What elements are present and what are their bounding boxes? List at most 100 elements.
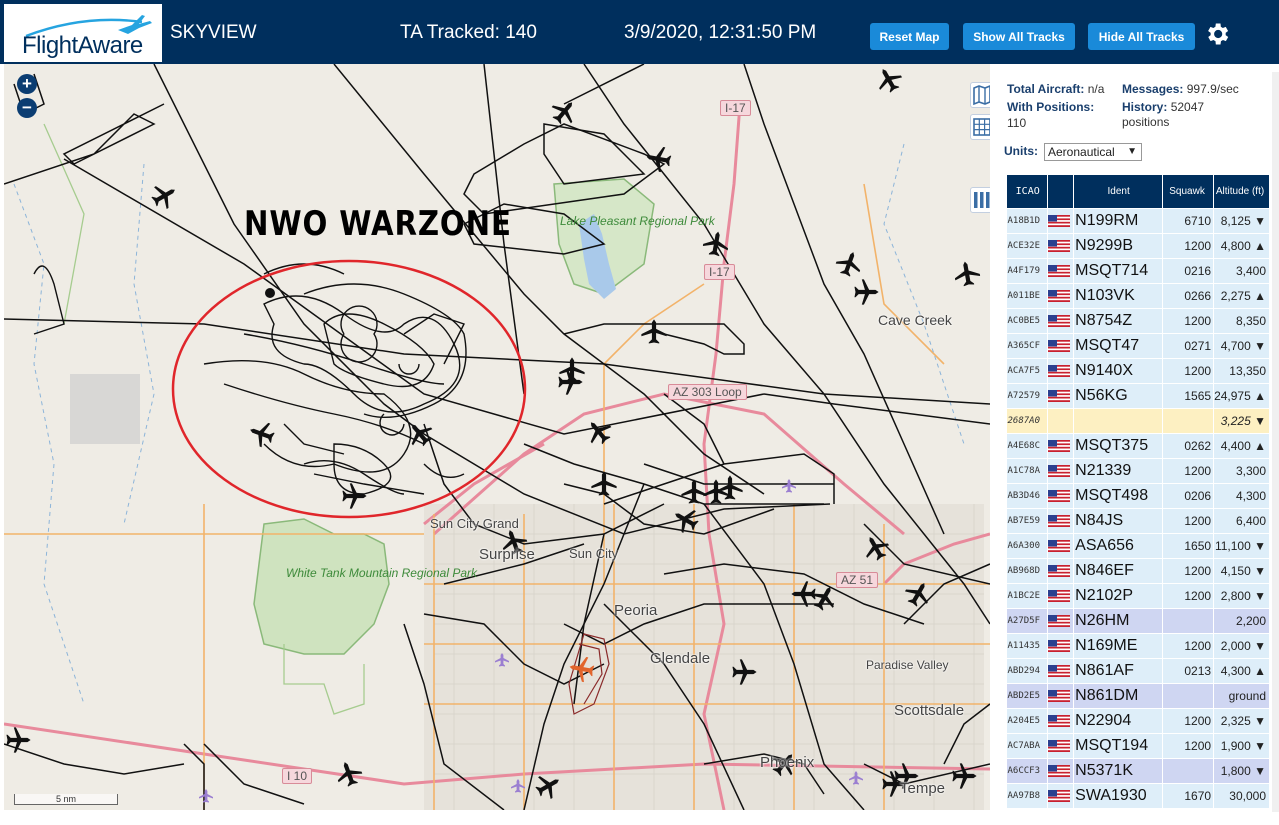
aircraft-row[interactable]: ACA7F5 N9140X 1200 13,350 <box>1006 358 1270 384</box>
aircraft-row[interactable]: AA97B8 SWA1930 1670 30,000 <box>1006 783 1270 809</box>
aircraft-icon[interactable] <box>703 479 729 504</box>
aircraft-icon[interactable] <box>644 144 672 173</box>
aircraft-row[interactable]: A4F179 MSQT714 0216 3,400 <box>1006 258 1270 284</box>
squawk-cell: 0206 <box>1162 483 1215 509</box>
aircraft-icon[interactable] <box>859 531 893 565</box>
aircraft-row[interactable]: AB7E59 N84JS 1200 6,400 <box>1006 508 1270 534</box>
aircraft-row[interactable]: A365CF MSQT47 0271 4,700 ▼ <box>1006 333 1270 359</box>
aircraft-icon[interactable] <box>402 416 437 451</box>
ident-cell: N861DM <box>1073 683 1164 709</box>
units-select[interactable]: Aeronautical ▼ <box>1044 143 1142 161</box>
aircraft-row[interactable]: ABD294 N861AF 0213 4,300 ▲ <box>1006 658 1270 684</box>
aircraft-row[interactable]: A6A300 ASA656 1650 11,100 ▼ <box>1006 533 1270 559</box>
map-view[interactable]: Lake Pleasant Regional Park Cave Creek S… <box>4 64 990 810</box>
col-squawk[interactable]: Squawk <box>1162 174 1215 209</box>
aircraft-icon[interactable] <box>732 659 757 685</box>
ident-cell: MSQT194 <box>1073 733 1164 759</box>
aircraft-icon[interactable] <box>669 503 703 537</box>
range-rings-button[interactable] <box>970 114 990 140</box>
altitude-cell: 4,400 ▲ <box>1213 433 1270 459</box>
aircraft-icon[interactable] <box>148 179 182 213</box>
squawk-cell: 0266 <box>1162 283 1215 309</box>
aircraft-icon[interactable] <box>333 758 365 789</box>
hide-all-tracks-button[interactable]: Hide All Tracks <box>1088 23 1195 50</box>
altitude-cell: 11,100 ▼ <box>1213 533 1270 559</box>
squawk-cell: 0216 <box>1162 258 1215 284</box>
icao-cell: AC7ABA <box>1006 733 1049 759</box>
col-altitude[interactable]: Altitude (ft) <box>1213 174 1270 209</box>
aircraft-icon[interactable] <box>342 483 367 509</box>
aircraft-row[interactable]: AC7ABA MSQT194 1200 1,900 ▼ <box>1006 733 1270 759</box>
altitude-cell: 4,300 <box>1213 483 1270 509</box>
aircraft-icon[interactable] <box>591 471 617 496</box>
aircraft-icon[interactable] <box>952 259 981 287</box>
flag-cell <box>1047 533 1075 559</box>
aircraft-row[interactable]: A011BE N103VK 0266 2,275 ▲ <box>1006 283 1270 309</box>
squawk-cell: 1200 <box>1162 508 1215 534</box>
flightaware-logo[interactable]: FlightAware <box>4 4 162 62</box>
tracked-count: TA Tracked: 140 <box>400 22 537 43</box>
aircraft-icon[interactable] <box>717 475 743 500</box>
flag-cell <box>1047 608 1075 634</box>
ident-cell: N22904 <box>1073 708 1164 734</box>
aircraft-row[interactable]: A4E68C MSQT375 0262 4,400 ▲ <box>1006 433 1270 459</box>
aircraft-row[interactable]: A27D5F N26HM 2,200 <box>1006 608 1270 634</box>
aircraft-icon[interactable] <box>833 248 865 279</box>
aircraft-icon[interactable] <box>952 763 977 789</box>
selected-aircraft-icon[interactable] <box>567 654 595 683</box>
aircraft-icon[interactable] <box>547 94 582 129</box>
aircraft-row[interactable]: AC0BE5 N8754Z 1200 8,350 <box>1006 308 1270 334</box>
aircraft-icon[interactable] <box>581 414 616 449</box>
aircraft-row[interactable]: A11435 N169ME 1200 2,000 ▼ <box>1006 633 1270 659</box>
aircraft-row[interactable]: A72579 N56KG 1565 24,975 ▲ <box>1006 383 1270 409</box>
aircraft-icon[interactable] <box>532 769 566 803</box>
aircraft-row[interactable]: A1BC2E N2102P 1200 2,800 ▼ <box>1006 583 1270 609</box>
aircraft-icon[interactable] <box>641 319 667 344</box>
aircraft-layer[interactable] <box>4 64 990 810</box>
zoom-in-button[interactable]: + <box>17 74 37 94</box>
table-scrollbar[interactable] <box>1272 72 1279 812</box>
squawk-cell: 1565 <box>1162 383 1215 409</box>
aircraft-row[interactable]: A18B1D N199RM 6710 8,125 ▼ <box>1006 208 1270 234</box>
ident-cell: SWA1930 <box>1073 783 1164 809</box>
map-layer-button[interactable] <box>970 82 990 108</box>
history-label: History: <box>1122 100 1168 114</box>
columns-icon <box>974 192 990 208</box>
sun-city-label: Sun City <box>569 546 619 561</box>
icao-cell: ABD2E5 <box>1006 683 1049 709</box>
total-aircraft-stat: Total Aircraft: n/a <box>1007 82 1104 96</box>
aircraft-row[interactable]: AB3D46 MSQT498 0206 4,300 <box>1006 483 1270 509</box>
aircraft-row[interactable]: A1C78A N21339 1200 3,300 <box>1006 458 1270 484</box>
aircraft-icon[interactable] <box>246 418 277 450</box>
total-aircraft-value: n/a <box>1087 82 1105 96</box>
aircraft-icon[interactable] <box>872 64 906 96</box>
us-flag-icon <box>1048 240 1071 252</box>
toggle-panel-button[interactable] <box>970 187 990 213</box>
zoom-out-button[interactable]: − <box>17 98 37 118</box>
gear-icon[interactable] <box>1203 20 1231 48</box>
aircraft-row[interactable]: ABD2E5 N861DM ground <box>1006 683 1270 709</box>
lake-pleasant-label: Lake Pleasant Regional Park <box>560 214 715 228</box>
altitude-cell: 4,700 ▼ <box>1213 333 1270 359</box>
aircraft-row[interactable]: ACE32E N9299B 1200 4,800 ▲ <box>1006 233 1270 259</box>
altitude-cell: 4,150 ▼ <box>1213 558 1270 584</box>
icao-cell: A6CCF3 <box>1006 758 1049 784</box>
aircraft-row[interactable]: AB968D N846EF 1200 4,150 ▼ <box>1006 558 1270 584</box>
ident-cell: MSQT47 <box>1073 333 1164 359</box>
aircraft-row[interactable]: 2687A0 3,225 ▼ <box>1006 408 1270 434</box>
flag-cell <box>1047 208 1075 234</box>
col-flag[interactable] <box>1047 174 1075 209</box>
altitude-cell: 8,125 ▼ <box>1213 208 1270 234</box>
aircraft-icon[interactable] <box>854 279 879 305</box>
aircraft-icon[interactable] <box>681 479 707 504</box>
col-ident[interactable]: Ident <box>1073 174 1164 209</box>
aircraft-icon[interactable] <box>702 229 731 257</box>
squawk-cell: 1200 <box>1162 358 1215 384</box>
aircraft-row[interactable]: A204E5 N22904 1200 2,325 ▼ <box>1006 708 1270 734</box>
show-all-tracks-button[interactable]: Show All Tracks <box>963 23 1075 50</box>
aircraft-icon[interactable] <box>901 577 935 611</box>
col-icao[interactable]: ICAO <box>1005 174 1049 209</box>
aircraft-row[interactable]: A6CCF3 N5371K 1,800 ▼ <box>1006 758 1270 784</box>
aircraft-icon[interactable] <box>6 727 31 753</box>
reset-map-button[interactable]: Reset Map <box>870 23 949 50</box>
